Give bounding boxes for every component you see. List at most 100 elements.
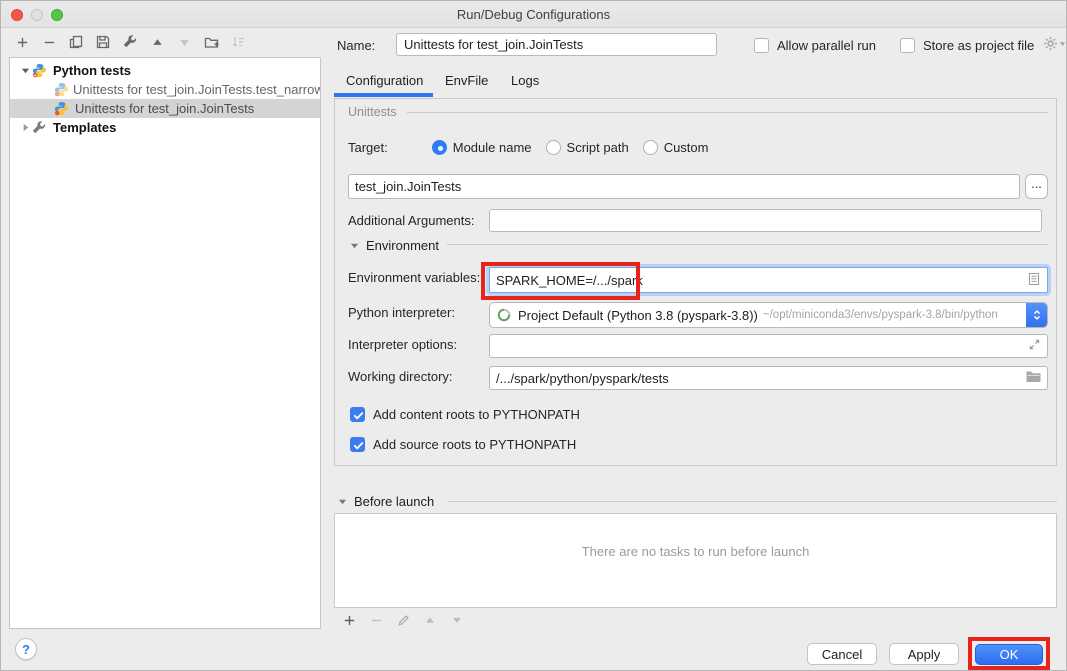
python-interpreter-label: Python interpreter:	[348, 305, 455, 320]
configuration-panel: Unittests Target: Module name Script pat…	[334, 98, 1057, 466]
python-tests-icon	[54, 101, 71, 116]
browse-module-label: ...	[1031, 176, 1042, 191]
move-down-icon[interactable]	[176, 34, 192, 50]
chevron-right-icon[interactable]	[20, 122, 32, 133]
environment-variables-value: SPARK_HOME=/.../spark	[496, 273, 643, 288]
environment-variables-input[interactable]: SPARK_HOME=/.../spark	[489, 267, 1048, 293]
environment-section-header[interactable]: Environment	[350, 238, 439, 253]
interpreter-options-label: Interpreter options:	[348, 337, 457, 352]
add-source-roots-row: Add source roots to PYTHONPATH	[350, 437, 576, 452]
unittests-group-label: Unittests	[348, 105, 397, 119]
tree-item-jointests-selected[interactable]: Unittests for test_join.JoinTests	[10, 99, 320, 118]
tree-item-test-narrow[interactable]: Unittests for test_join.JoinTests.test_n…	[10, 80, 320, 99]
target-custom-radio[interactable]	[643, 140, 658, 155]
store-options-gear-icon[interactable]	[1043, 36, 1066, 51]
move-task-down-icon[interactable]	[449, 612, 465, 628]
copy-icon[interactable]	[68, 34, 84, 50]
python-interpreter-path: ~/opt/miniconda3/envs/pyspark-3.8/bin/py…	[763, 309, 1026, 321]
target-module-name-label: Module name	[453, 140, 532, 155]
remove-task-icon[interactable]	[368, 612, 384, 628]
apply-button[interactable]: Apply	[889, 643, 959, 665]
conda-environment-icon	[496, 307, 512, 323]
before-launch-empty-text: There are no tasks to run before launch	[335, 544, 1056, 559]
tree-item-label: Unittests for test_join.JoinTests.test_n…	[73, 82, 320, 97]
help-label: ?	[22, 642, 30, 657]
add-icon[interactable]	[14, 34, 30, 50]
before-launch-toolbar	[341, 612, 465, 628]
allow-parallel-run-label: Allow parallel run	[777, 38, 876, 53]
remove-icon[interactable]	[41, 34, 57, 50]
working-directory-input[interactable]: /.../spark/python/pyspark/tests	[489, 366, 1048, 390]
browse-variables-icon[interactable]	[1027, 272, 1041, 289]
target-row: Target: Module name Script path Custom	[348, 140, 708, 155]
tab-logs[interactable]: Logs	[511, 73, 539, 88]
target-label: Target:	[348, 140, 388, 155]
titlebar: Run/Debug Configurations	[1, 1, 1066, 28]
sort-icon[interactable]	[230, 34, 246, 50]
tab-envfile[interactable]: EnvFile	[445, 73, 488, 88]
working-directory-label: Working directory:	[348, 369, 453, 384]
expand-field-icon[interactable]	[1028, 338, 1041, 354]
module-name-input[interactable]: test_join.JoinTests	[348, 174, 1020, 199]
python-interpreter-value: Project Default (Python 3.8 (pyspark-3.8…	[518, 308, 758, 323]
browse-folder-icon[interactable]	[1026, 370, 1041, 386]
new-folder-icon[interactable]	[203, 34, 219, 50]
separator	[448, 501, 1057, 502]
environment-section-label: Environment	[366, 238, 439, 253]
store-as-project-file-label: Store as project file	[923, 38, 1034, 53]
store-as-project-file-checkbox[interactable]	[900, 38, 915, 53]
additional-arguments-label: Additional Arguments:	[348, 213, 474, 228]
chevron-down-icon[interactable]	[20, 65, 32, 76]
target-script-path-radio[interactable]	[546, 140, 561, 155]
configurations-tree: Python tests Unittests for test_join.Joi…	[9, 57, 321, 629]
active-tab-indicator	[334, 93, 433, 97]
before-launch-section-header[interactable]: Before launch	[338, 494, 434, 509]
move-up-icon[interactable]	[149, 34, 165, 50]
collapse-arrow-icon	[338, 497, 347, 506]
collapse-arrow-icon	[350, 241, 359, 250]
add-task-icon[interactable]	[341, 612, 357, 628]
add-content-roots-label: Add content roots to PYTHONPATH	[373, 407, 580, 422]
tree-item-label: Unittests for test_join.JoinTests	[75, 101, 254, 116]
environment-variables-label: Environment variables:	[348, 270, 480, 285]
target-script-path-label: Script path	[567, 140, 629, 155]
separator	[407, 112, 1048, 113]
tab-configuration[interactable]: Configuration	[346, 73, 423, 88]
add-source-roots-label: Add source roots to PYTHONPATH	[373, 437, 576, 452]
python-tests-icon	[32, 63, 49, 78]
target-module-name-radio[interactable]	[432, 140, 447, 155]
interpreter-options-input[interactable]	[489, 334, 1048, 358]
tree-item-python-tests[interactable]: Python tests	[10, 61, 320, 80]
allow-parallel-run-checkbox[interactable]	[754, 38, 769, 53]
before-launch-task-list: There are no tasks to run before launch	[334, 513, 1057, 608]
combo-stepper-icon[interactable]	[1026, 302, 1047, 328]
target-custom-label: Custom	[664, 140, 709, 155]
cancel-button[interactable]: Cancel	[807, 643, 877, 665]
name-label: Name:	[337, 38, 375, 53]
tree-item-label: Python tests	[53, 63, 131, 78]
before-launch-label: Before launch	[354, 494, 434, 509]
help-button[interactable]: ?	[15, 638, 37, 660]
add-content-roots-row: Add content roots to PYTHONPATH	[350, 407, 580, 422]
add-content-roots-checkbox[interactable]	[350, 407, 365, 422]
templates-wrench-icon	[32, 121, 49, 135]
module-name-value: test_join.JoinTests	[355, 179, 461, 194]
name-input[interactable]	[396, 33, 717, 56]
add-source-roots-checkbox[interactable]	[350, 437, 365, 452]
edit-task-pencil-icon[interactable]	[395, 612, 411, 628]
edit-templates-wrench-icon[interactable]	[122, 34, 138, 50]
additional-arguments-input[interactable]	[489, 209, 1042, 232]
separator	[447, 244, 1048, 245]
run-debug-configurations-dialog: Run/Debug Configurations Python tests Un…	[0, 0, 1067, 671]
window-title: Run/Debug Configurations	[1, 7, 1066, 22]
ok-button[interactable]: OK	[975, 644, 1043, 665]
python-interpreter-select[interactable]: Project Default (Python 3.8 (pyspark-3.8…	[489, 302, 1048, 328]
browse-module-button[interactable]: ...	[1025, 174, 1048, 199]
python-tests-icon	[54, 82, 69, 97]
tree-item-label: Templates	[53, 120, 116, 135]
save-icon[interactable]	[95, 34, 111, 50]
move-task-up-icon[interactable]	[422, 612, 438, 628]
configurations-toolbar	[14, 34, 246, 50]
working-directory-value: /.../spark/python/pyspark/tests	[496, 371, 669, 386]
tree-item-templates[interactable]: Templates	[10, 118, 320, 137]
